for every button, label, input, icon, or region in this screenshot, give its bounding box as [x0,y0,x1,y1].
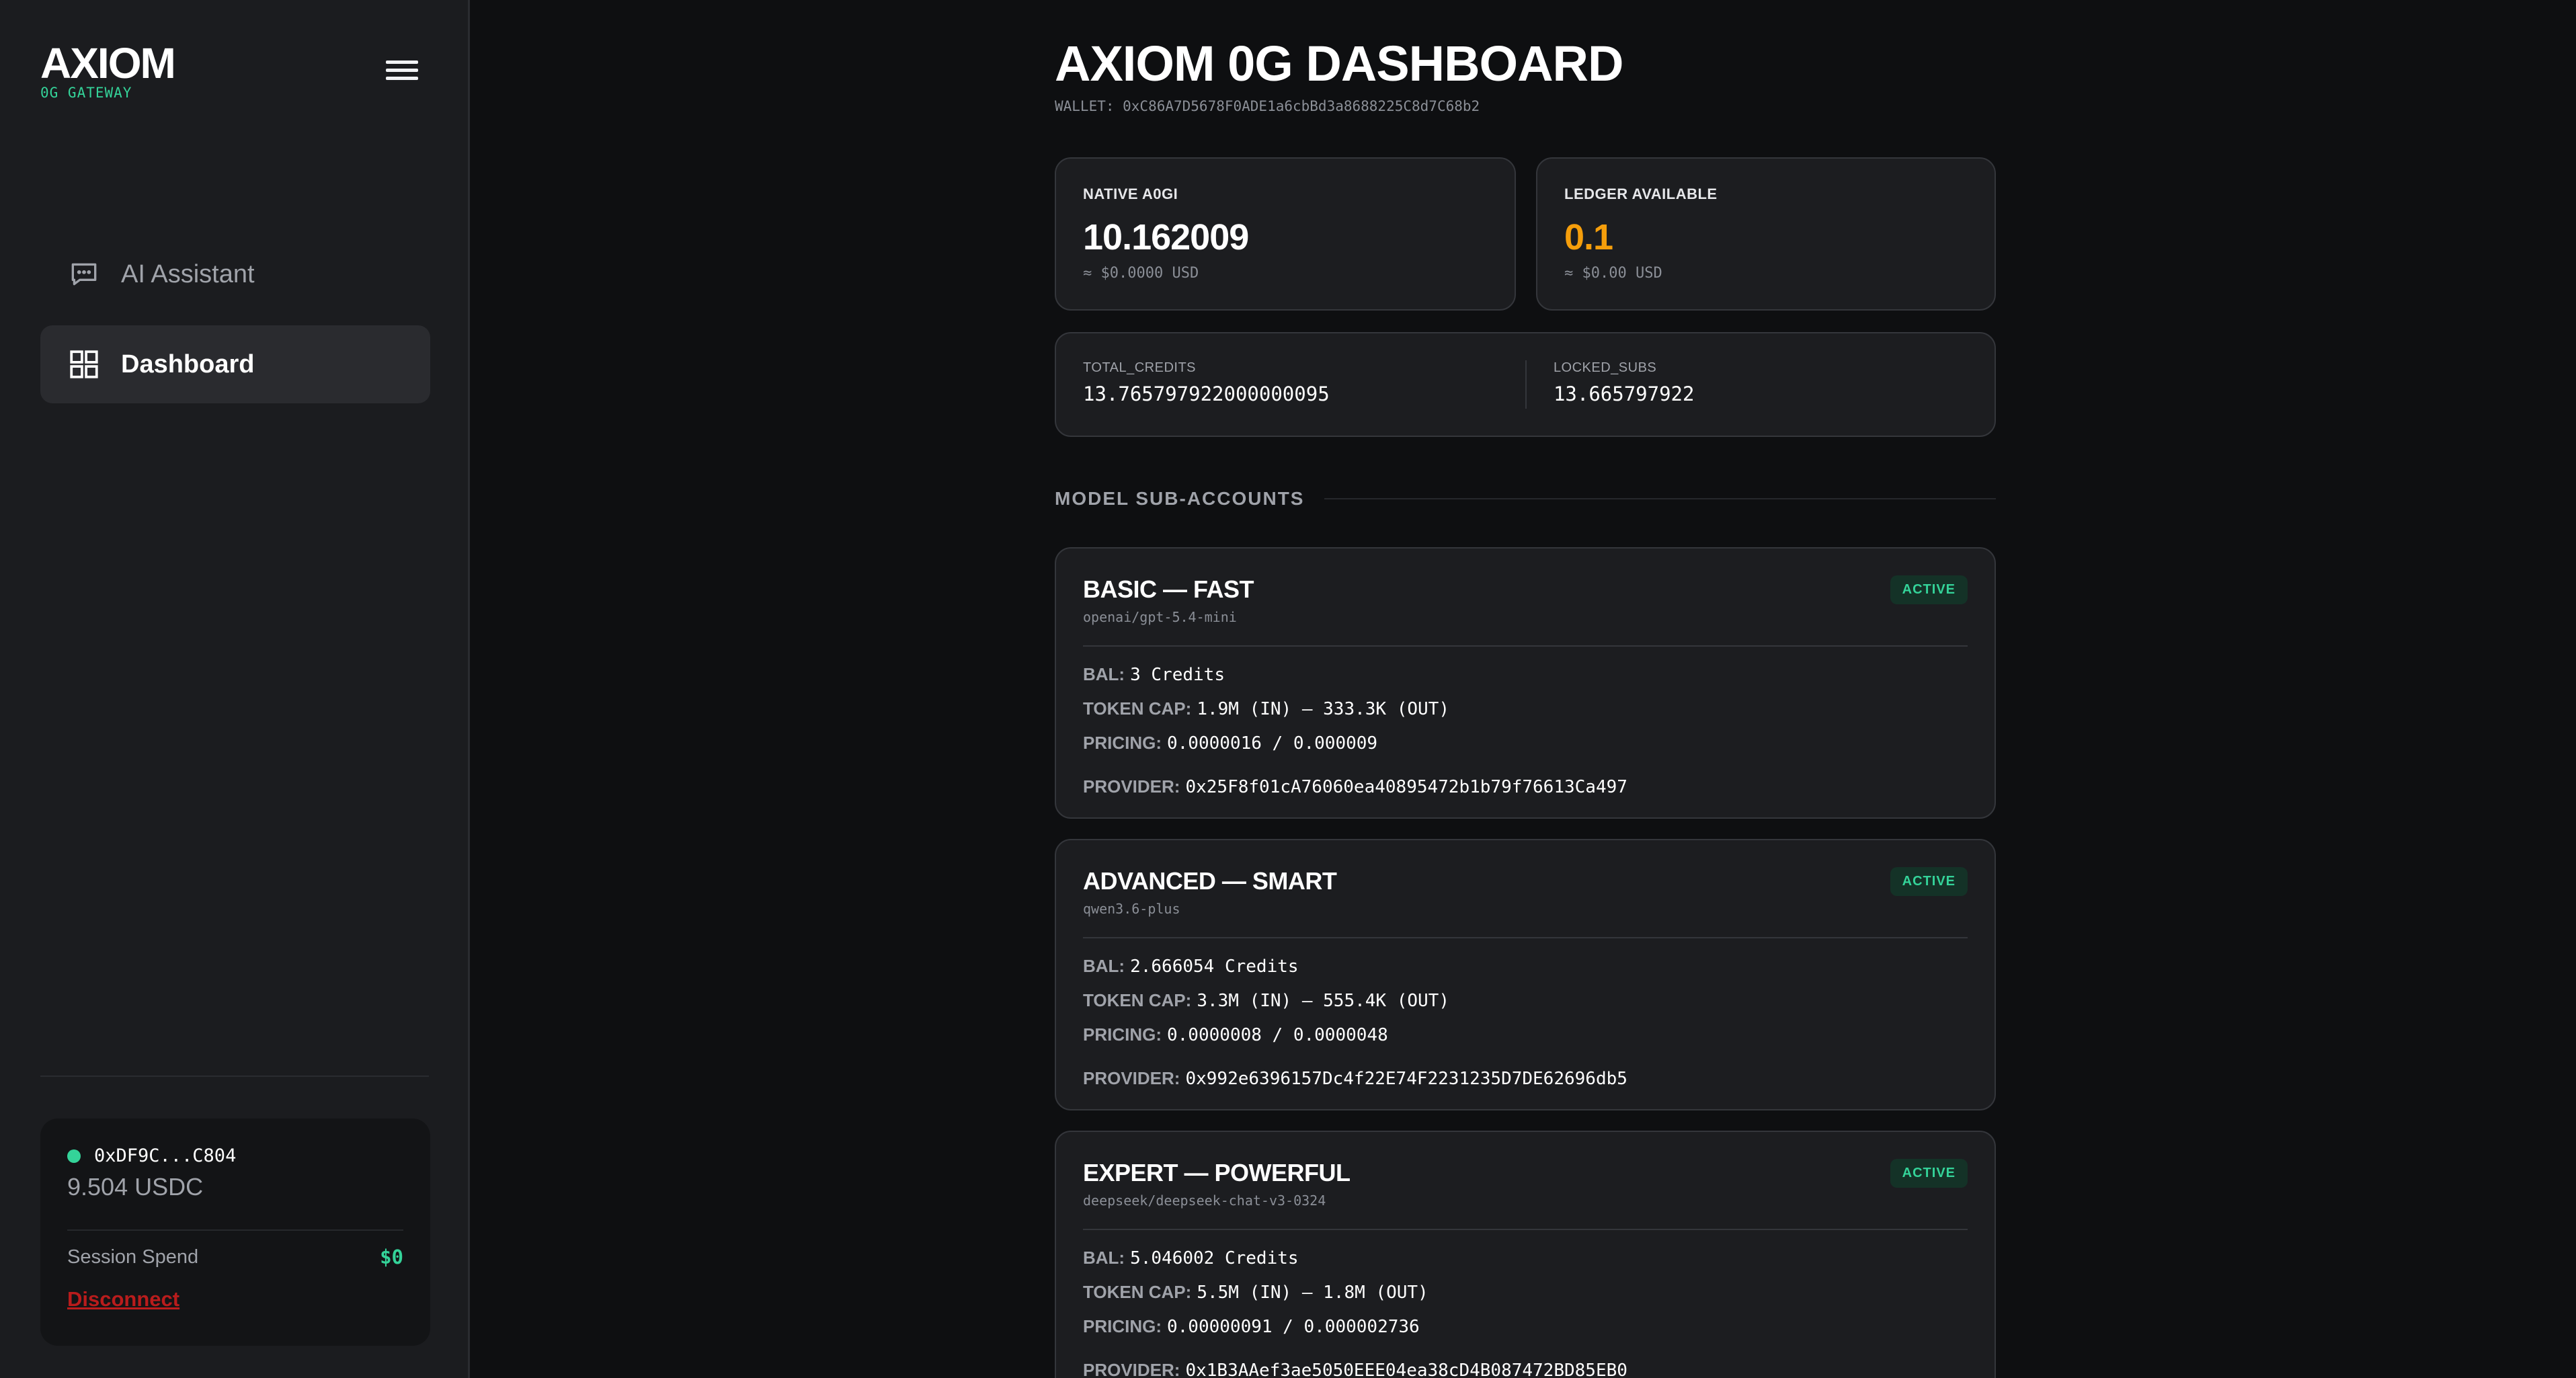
section-header: MODEL SUB-ACCOUNTS [1055,488,1996,510]
status-badge: ACTIVE [1890,575,1968,604]
native-balance-card: NATIVE A0GI 10.162009 ≈ $0.0000 USD [1055,157,1516,311]
token-cap-value: 1.9M (IN) — 333.3K (OUT) [1197,699,1449,719]
pricing-value: 0.00000091 / 0.000002736 [1167,1317,1420,1337]
model-divider [1083,937,1968,938]
row-label: TOKEN CAP: [1083,990,1192,1010]
row-label: BAL: [1083,1248,1125,1268]
model-name: EXPERT — POWERFUL [1083,1159,1351,1186]
bal-value: 3 Credits [1130,665,1225,685]
sidebar-item-label: AI Assistant [121,259,255,288]
stat-usd: ≈ $0.0000 USD [1083,265,1199,282]
provider-value: 0x992e6396157Dc4f22E74F2231235D7DE62696d… [1185,1069,1627,1089]
sidebar-divider [40,1076,429,1077]
disconnect-link[interactable]: Disconnect [67,1287,179,1311]
stat-label: NATIVE A0GI [1083,186,1178,202]
model-card-advanced: ADVANCED — SMART qwen3.6-plus ACTIVE BAL… [1055,839,1996,1110]
model-card-expert: EXPERT — POWERFUL deepseek/deepseek-chat… [1055,1131,1996,1378]
bal-value: 2.666054 Credits [1130,957,1299,977]
sidebar: AXIOM 0G GATEWAY AI Assistant Dashboard … [0,0,470,1378]
model-id: qwen3.6-plus [1083,901,1180,917]
sidebar-item-dashboard[interactable]: Dashboard [40,325,430,403]
session-spend-row: Session Spend $0 [67,1246,403,1268]
bal-row: BAL: 2.666054 Credits [1083,956,1968,977]
wallet-address-line: WALLET: 0xC86A7D5678F0ADE1a6cbBd3a868822… [1055,98,1480,114]
bal-row: BAL: 5.046002 Credits [1083,1248,1968,1268]
bal-value: 5.046002 Credits [1130,1248,1299,1268]
row-label: BAL: [1083,956,1125,976]
credit-label: TOTAL_CREDITS [1083,360,1197,375]
row-label: PRICING: [1083,1316,1162,1336]
row-label: PROVIDER: [1083,1360,1180,1378]
model-header: BASIC — FAST openai/gpt-5.4-mini ACTIVE [1083,575,1968,625]
brand-title: AXIOM [40,39,176,87]
model-divider [1083,1229,1968,1230]
row-label: BAL: [1083,664,1125,684]
app: AXIOM 0G GATEWAY AI Assistant Dashboard … [0,0,2576,1378]
wallet-address: 0xDF9C...C804 [94,1145,237,1166]
pricing-row: PRICING: 0.00000091 / 0.000002736 [1083,1316,1968,1337]
session-spend-label: Session Spend [67,1246,199,1268]
credit-label: LOCKED_SUBS [1553,360,1657,375]
wallet-card: 0xDF9C...C804 9.504 USDC Session Spend $… [40,1119,430,1346]
status-badge: ACTIVE [1890,867,1968,896]
wallet-balance: 9.504 USDC [67,1173,204,1201]
model-id: openai/gpt-5.4-mini [1083,609,1237,625]
row-label: TOKEN CAP: [1083,1282,1192,1302]
section-rule [1324,498,1996,499]
model-id: deepseek/deepseek-chat-v3-0324 [1083,1192,1326,1209]
session-spend-value: $0 [380,1246,403,1268]
stat-label: LEDGER AVAILABLE [1564,186,1718,202]
model-header: EXPERT — POWERFUL deepseek/deepseek-chat… [1083,1159,1968,1209]
main-content: AXIOM 0G DASHBOARD WALLET: 0xC86A7D5678F… [470,0,2576,1378]
row-label: PROVIDER: [1083,1068,1180,1088]
credits-card: TOTAL_CREDITS 13.765797922000000095 LOCK… [1055,332,1996,437]
row-label: PROVIDER: [1083,776,1180,797]
provider-value: 0x25F8f01cA76060ea40895472b1b79f76613Ca4… [1185,777,1627,797]
chat-icon [71,263,97,286]
model-divider [1083,645,1968,647]
model-name: ADVANCED — SMART [1083,867,1337,895]
grid-icon [70,350,98,378]
provider-value: 0x1B3AAef3ae5050EEE04ea38cD4B087472BD85E… [1185,1361,1627,1378]
token-cap-row: TOKEN CAP: 3.3M (IN) — 555.4K (OUT) [1083,990,1968,1011]
pricing-row: PRICING: 0.0000016 / 0.000009 [1083,733,1968,754]
stat-value: 10.162009 [1083,217,1249,257]
row-label: TOKEN CAP: [1083,698,1192,719]
total-credits: TOTAL_CREDITS 13.765797922000000095 [1083,360,1525,409]
pricing-value: 0.0000016 / 0.000009 [1167,733,1378,754]
status-badge: ACTIVE [1890,1159,1968,1188]
token-cap-value: 3.3M (IN) — 555.4K (OUT) [1197,991,1449,1011]
page-title: AXIOM 0G DASHBOARD [1055,36,1623,91]
credit-value: 13.665797922 [1553,382,1695,405]
stat-usd: ≈ $0.00 USD [1564,265,1662,282]
provider-row: PROVIDER: 0x25F8f01cA76060ea40895472b1b79… [1083,776,1968,797]
pricing-value: 0.0000008 / 0.0000048 [1167,1025,1388,1045]
token-cap-value: 5.5M (IN) — 1.8M (OUT) [1197,1283,1428,1303]
credit-value: 13.765797922000000095 [1083,382,1330,405]
wallet-divider [67,1229,403,1231]
brand: AXIOM 0G GATEWAY [40,39,176,101]
sidebar-nav: AI Assistant Dashboard [40,235,430,415]
bal-row: BAL: 3 Credits [1083,664,1968,685]
model-name: BASIC — FAST [1083,575,1254,603]
model-header: ADVANCED — SMART qwen3.6-plus ACTIVE [1083,867,1968,917]
token-cap-row: TOKEN CAP: 1.9M (IN) — 333.3K (OUT) [1083,698,1968,719]
stat-value: 0.1 [1564,217,1613,257]
sidebar-item-ai-assistant[interactable]: AI Assistant [40,235,430,313]
row-label: PRICING: [1083,1024,1162,1045]
sidebar-item-label: Dashboard [121,350,255,378]
provider-row: PROVIDER: 0x1B3AAef3ae5050EEE04ea38cD4B08… [1083,1360,1968,1378]
ledger-available-card: LEDGER AVAILABLE 0.1 ≈ $0.00 USD [1536,157,1996,311]
locked-subs: LOCKED_SUBS 13.665797922 [1525,360,1968,409]
provider-row: PROVIDER: 0x992e6396157Dc4f22E74F2231235D… [1083,1068,1968,1089]
hamburger-menu-icon[interactable] [386,60,418,82]
row-label: PRICING: [1083,733,1162,753]
pricing-row: PRICING: 0.0000008 / 0.0000048 [1083,1024,1968,1045]
model-card-basic: BASIC — FAST openai/gpt-5.4-mini ACTIVE … [1055,547,1996,819]
token-cap-row: TOKEN CAP: 5.5M (IN) — 1.8M (OUT) [1083,1282,1968,1303]
connected-status-dot [67,1149,81,1163]
section-title: MODEL SUB-ACCOUNTS [1055,488,1305,509]
wallet-address-row: 0xDF9C...C804 [67,1145,403,1166]
